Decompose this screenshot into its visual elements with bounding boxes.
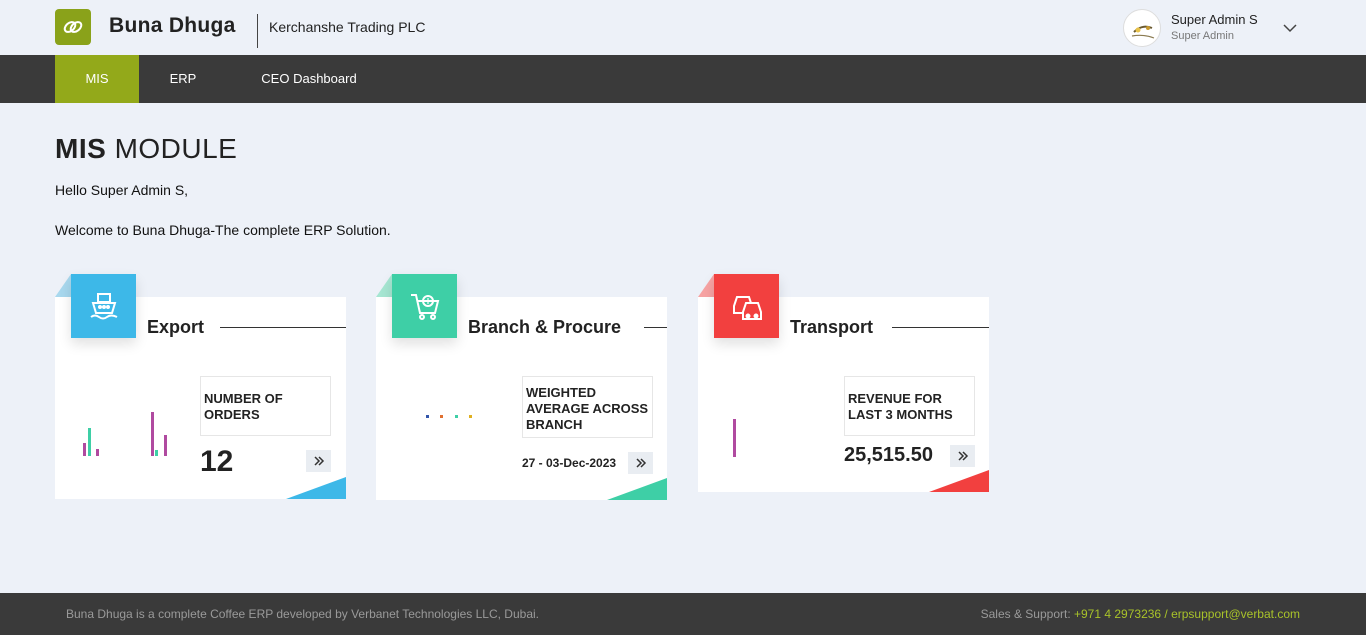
card-title-rule [220,327,346,328]
card-title: Branch & Procure [468,317,632,338]
card-corner-accent [286,477,346,499]
nav-item-erp[interactable]: ERP [139,55,227,103]
user-role: Super Admin [1171,30,1234,42]
card-tab [698,274,714,297]
header-divider [257,14,258,48]
mini-point [469,415,472,418]
footer-support: Sales & Support: +971 4 2973236 / erpsup… [981,607,1300,621]
mini-bar [733,419,736,457]
greeting-text: Hello Super Admin S, [55,182,189,198]
page-title-rest: MODULE [114,133,238,164]
footer-credit: Buna Dhuga is a complete Coffee ERP deve… [66,607,539,621]
double-chevron-right-icon[interactable] [628,452,653,474]
chevron-down-icon[interactable] [1282,20,1298,36]
mini-bar [155,450,158,456]
nav-item-mis[interactable]: MIS [55,55,139,103]
metric-label: REVENUE FOR LAST 3 MONTHS [844,376,975,436]
brand-name[interactable]: Buna Dhuga [109,14,236,38]
card-corner-accent [607,478,667,500]
main-nav: MIS ERP CEO Dashboard [0,55,1366,103]
mini-bar [88,428,91,456]
top-header: Buna Dhuga Kerchanshe Trading PLC Super … [0,0,1366,55]
branch-procure-card: Branch & Procure WEIGHTED AVERAGE ACROSS… [376,274,667,500]
card-title: Export [147,317,215,338]
metric-value: 25,515.50 [844,444,933,466]
cars-icon [714,274,779,338]
footer-support-contact[interactable]: +971 4 2973236 / erpsupport@verbat.com [1074,607,1300,621]
card-title: Transport [790,317,884,338]
transport-mini-chart [733,419,736,457]
double-chevron-right-icon[interactable] [306,450,331,472]
branch-mini-chart [426,415,472,418]
metric-value: 12 [200,445,234,478]
ship-icon [71,274,136,338]
mini-point [455,415,458,418]
mini-point [426,415,429,418]
export-card: Export NUMBER OF ORDERS 12 [55,274,346,499]
metric-label: NUMBER OF ORDERS [200,376,331,436]
card-corner-accent [929,470,989,492]
orders-mini-chart [83,412,167,456]
company-name: Kerchanshe Trading PLC [269,19,426,35]
mini-bar [83,443,86,456]
footer: Buna Dhuga is a complete Coffee ERP deve… [0,593,1366,635]
page-title: MIS MODULE [55,133,237,165]
shopping-cart-icon [392,274,457,338]
card-tab [55,274,71,297]
metric-label: WEIGHTED AVERAGE ACROSS BRANCH [522,376,653,438]
double-chevron-right-icon[interactable] [950,445,975,467]
avatar[interactable] [1123,9,1161,47]
nav-item-ceo-dashboard[interactable]: CEO Dashboard [227,55,391,103]
footer-support-label: Sales & Support: [980,607,1074,621]
mini-point [440,415,443,418]
brand-logo-icon[interactable] [55,9,91,45]
page-title-bold: MIS [55,133,107,164]
card-tab [376,274,392,297]
mini-bar [164,435,167,456]
transport-card: Transport REVENUE FOR LAST 3 MONTHS 25,5… [698,274,989,492]
metric-value: 27 - 03-Dec-2023 [522,456,617,470]
user-name[interactable]: Super Admin S [1171,12,1258,27]
card-title-rule [892,327,989,328]
mini-bar [151,412,154,456]
welcome-text: Welcome to Buna Dhuga-The complete ERP S… [55,222,391,238]
mini-bar [96,449,99,456]
card-title-rule [644,327,667,328]
